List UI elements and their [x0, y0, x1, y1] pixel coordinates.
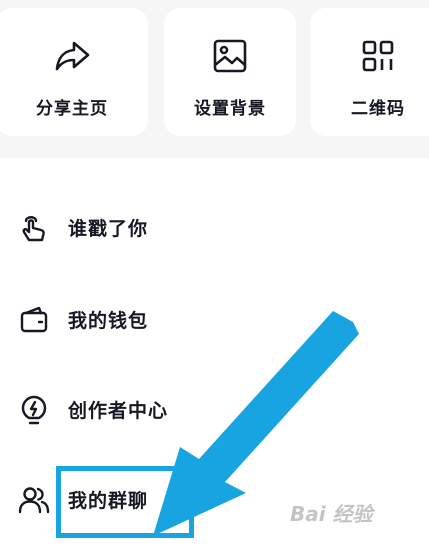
menu-item-poked[interactable]: 谁戳了你: [0, 200, 429, 256]
wallet-icon: [18, 304, 50, 336]
qr-code-icon: [358, 36, 398, 76]
set-background-card[interactable]: 设置背景: [164, 8, 296, 136]
share-arrow-icon: [52, 36, 92, 76]
lightbulb-bolt-icon: [18, 394, 50, 426]
share-homepage-label: 分享主页: [36, 99, 108, 119]
set-background-label: 设置背景: [194, 99, 266, 119]
group-users-icon: [18, 484, 50, 516]
menu-item-poked-label: 谁戳了你: [68, 218, 149, 240]
menu-item-creator-center[interactable]: 创作者中心: [0, 382, 429, 438]
menu-item-wallet[interactable]: 我的钱包: [0, 292, 429, 348]
qr-code-card[interactable]: 二维码: [310, 8, 429, 136]
baidu-watermark: Bai 经验: [290, 502, 373, 526]
share-homepage-card[interactable]: 分享主页: [0, 8, 148, 136]
menu-item-creator-center-label: 创作者中心: [68, 400, 169, 422]
qr-code-label: 二维码: [351, 99, 405, 119]
image-icon: [210, 36, 250, 76]
tap-hand-icon: [18, 212, 50, 244]
annotation-highlight-box: [56, 466, 194, 538]
menu-item-wallet-label: 我的钱包: [68, 310, 149, 332]
